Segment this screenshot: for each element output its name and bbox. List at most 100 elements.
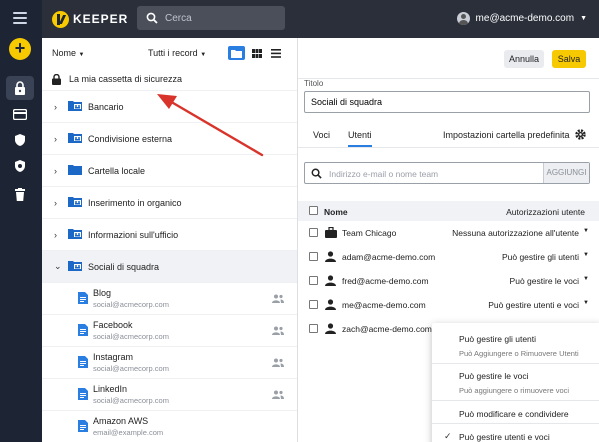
chevron-down-icon: ▼ (580, 15, 587, 22)
shared-users-icon (272, 390, 284, 399)
title-field[interactable] (304, 91, 590, 113)
chevron-right-icon[interactable]: › (54, 134, 64, 144)
shared-users-icon (272, 358, 284, 367)
menu-divider (432, 400, 599, 401)
filter-dropdown[interactable]: Tutti i record ▼ (148, 48, 206, 58)
folder-item[interactable]: › Cartella locale (42, 154, 297, 186)
user-name: adam@acme-demo.com (342, 252, 436, 262)
list-view-button[interactable] (267, 46, 284, 60)
chevron-right-icon[interactable]: › (54, 230, 64, 240)
avatar (456, 12, 470, 25)
filter-label: Tutti i record (148, 48, 198, 58)
chevron-down-icon: ▼ (78, 52, 85, 58)
trash-icon[interactable] (6, 182, 34, 206)
left-rail: + (0, 0, 42, 442)
tab-utenti[interactable]: Utenti (348, 130, 372, 147)
folder-view-button[interactable] (228, 46, 245, 60)
record-file-icon (78, 292, 88, 304)
chevron-down-icon: ▼ (583, 300, 589, 306)
shared-folder-icon (64, 260, 88, 273)
folder-icon (231, 49, 242, 58)
column-permissions-header: Autorizzazioni utente (506, 207, 585, 217)
record-file-icon (78, 388, 88, 400)
folder-item[interactable]: › Inserimento in organico (42, 186, 297, 218)
user-row: adam@acme-demo.com Può gestire gli utenti… (298, 245, 599, 269)
record-subtitle: social@acmecorp.com (93, 332, 169, 341)
record-subtitle: social@acmecorp.com (93, 364, 169, 373)
user-checkbox[interactable] (309, 276, 318, 285)
chevron-right-icon[interactable]: › (54, 102, 64, 112)
user-checkbox[interactable] (309, 324, 318, 333)
option-manage-records-desc: Può aggiungere o rimuovere voci (459, 386, 570, 395)
option-edit-share[interactable]: Può modificare e condividere (459, 409, 569, 419)
user-menu[interactable]: me@acme-demo.com ▼ (456, 12, 587, 25)
user-checkbox[interactable] (309, 228, 318, 237)
add-user-button[interactable]: AGGIUNGI (543, 163, 589, 183)
chevron-down-icon[interactable]: ⌄ (54, 261, 64, 272)
keeper-logo: KEEPER (52, 10, 128, 28)
folder-item[interactable]: › Condivisione esterna (42, 122, 297, 154)
user-row: Team Chicago Nessuna autorizzazione all'u… (298, 221, 599, 245)
grid-icon (251, 48, 262, 58)
users-table-header: Nome Autorizzazioni utente (298, 201, 599, 221)
select-all-checkbox[interactable] (309, 206, 318, 215)
record-title: Facebook (93, 320, 133, 330)
vault-lock-icon[interactable] (6, 76, 34, 100)
gear-icon[interactable] (574, 128, 587, 141)
menu-divider (432, 363, 599, 364)
shared-folder-icon (64, 228, 88, 241)
search-input[interactable] (165, 10, 275, 26)
user-checkbox[interactable] (309, 300, 318, 309)
user-checkbox[interactable] (309, 252, 318, 261)
folder-label: Sociali di squadra (88, 261, 160, 272)
permission-dropdown[interactable]: Nessuna autorizzazione all'utente (452, 228, 579, 238)
permission-dropdown[interactable]: Può gestire gli utenti (502, 252, 579, 262)
tab-voci[interactable]: Voci (313, 130, 330, 140)
permission-dropdown[interactable]: Può gestire utenti e voci (488, 300, 579, 310)
record-subtitle: email@example.com (93, 428, 164, 437)
folder-item[interactable]: › Informazioni sull'ufficio (42, 218, 297, 250)
default-folder-settings-link[interactable]: Impostazioni cartella predefinita (443, 130, 570, 140)
add-user-input[interactable] (329, 166, 529, 181)
chevron-down-icon: ▼ (583, 228, 589, 234)
permission-dropdown[interactable]: Può gestire le voci (510, 276, 579, 286)
folder-item[interactable]: › Bancario (42, 90, 297, 122)
save-button[interactable]: Salva (552, 50, 586, 68)
card-icon[interactable] (6, 102, 34, 126)
record-title: Blog (93, 288, 112, 298)
record-item[interactable]: Facebook social@acmecorp.com (42, 314, 297, 346)
record-title: LinkedIn (93, 384, 128, 394)
shared-users-icon (272, 326, 284, 335)
option-manage-users-and-records[interactable]: Può gestire utenti e voci (459, 432, 550, 442)
search-box[interactable] (137, 6, 285, 30)
grid-view-button[interactable] (248, 46, 265, 60)
chevron-right-icon[interactable]: › (54, 166, 64, 176)
breachwatch-icon[interactable] (6, 154, 34, 178)
record-title: Amazon AWS (93, 416, 149, 426)
chevron-right-icon[interactable]: › (54, 198, 64, 208)
option-manage-records[interactable]: Può gestire le voci (459, 371, 528, 381)
top-bar: KEEPER me@acme-demo.com ▼ (42, 0, 599, 38)
tab-divider (298, 147, 599, 148)
column-name-header: Nome (324, 207, 348, 217)
user-name: Team Chicago (342, 228, 397, 238)
cancel-button[interactable]: Annulla (504, 50, 544, 68)
record-subtitle: social@acmecorp.com (93, 396, 169, 405)
record-file-icon (78, 356, 88, 368)
record-file-icon (78, 420, 88, 432)
my-vault-item[interactable]: La mia cassetta di sicurezza (42, 69, 297, 89)
record-item[interactable]: Amazon AWS email@example.com (42, 410, 297, 442)
shared-folder-icon (64, 132, 88, 145)
record-item[interactable]: LinkedIn social@acmecorp.com (42, 378, 297, 410)
sort-dropdown[interactable]: Nome ▼ (52, 48, 84, 58)
option-manage-users[interactable]: Può gestire gli utenti (459, 334, 536, 344)
record-item[interactable]: Blog social@acmecorp.com (42, 282, 297, 314)
folder-item[interactable]: ⌄ Sociali di squadra (42, 250, 297, 282)
shared-folder-icon (64, 196, 88, 209)
add-button[interactable]: + (9, 38, 31, 60)
shield-icon[interactable] (6, 128, 34, 152)
record-item[interactable]: Instagram social@acmecorp.com (42, 346, 297, 378)
checkmark-icon: ✓ (444, 431, 452, 441)
list-icon (270, 48, 281, 58)
menu-icon[interactable] (13, 12, 27, 24)
